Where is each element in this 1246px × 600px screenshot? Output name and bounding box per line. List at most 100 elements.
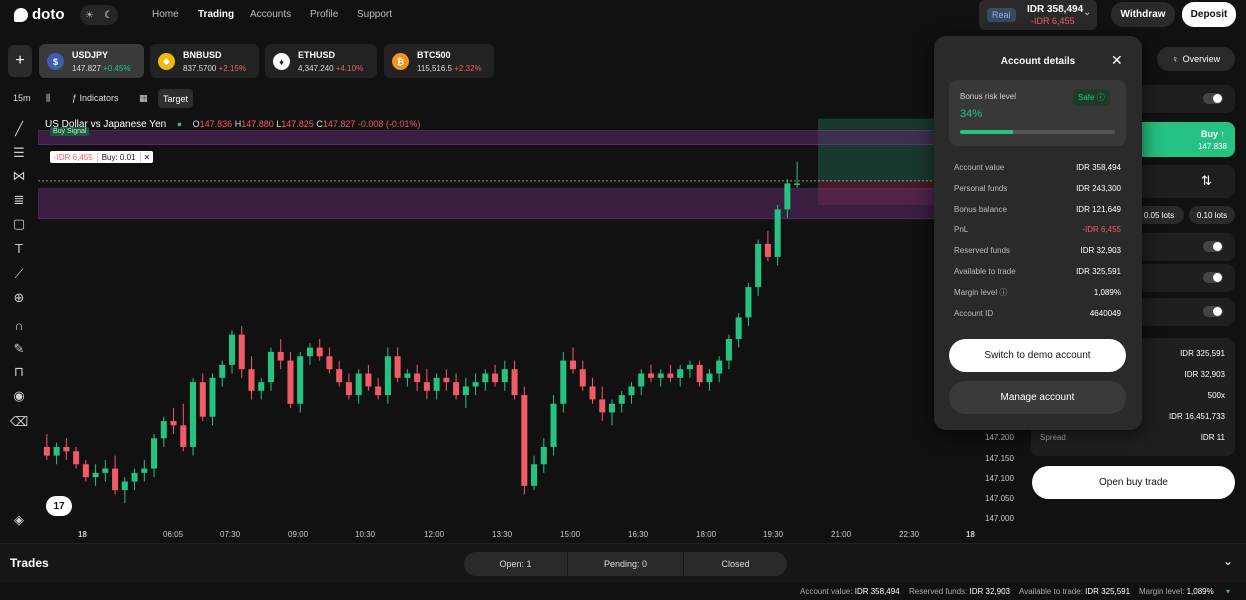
candle-type-icon[interactable]: ⫼ — [46, 93, 50, 104]
instrument-price: 4,347.240 — [298, 64, 334, 73]
pencil-lock-icon[interactable]: ✎ — [10, 341, 28, 357]
candle-body — [151, 438, 158, 469]
status-bar: Account value: IDR 358,494 Reserved fund… — [0, 583, 1246, 600]
candle-body — [540, 446, 547, 465]
candle-body — [433, 377, 440, 391]
magnet-icon[interactable]: ∩ — [10, 317, 28, 333]
trendline-icon[interactable]: ╱ — [10, 121, 28, 137]
time-tick: 10:30 — [355, 530, 376, 539]
candle-body — [63, 446, 70, 452]
swap-arrows-icon[interactable]: ⇅ — [1201, 173, 1212, 189]
layout-icon[interactable]: ▦ — [139, 93, 148, 104]
plus-icon: + — [15, 52, 25, 69]
candle-body — [228, 334, 236, 365]
tab-pending-trades[interactable]: Pending: 0 — [568, 552, 683, 576]
instrument-tab-usdjpy[interactable]: $ USDJPY 147.827 +0.45% — [39, 44, 144, 78]
text-icon[interactable]: T — [10, 240, 28, 256]
doto-logo-icon — [14, 7, 28, 22]
toggle-switch[interactable] — [1203, 241, 1223, 252]
instrument-tab-ethusd[interactable]: ♦ ETHUSD 4,347.240 +4.10% — [265, 44, 377, 78]
logo[interactable]: doto — [14, 6, 64, 23]
candle-body — [482, 373, 489, 383]
trash-icon[interactable]: ⌫ — [10, 414, 28, 430]
bnb-icon: ◆ — [158, 53, 175, 70]
instrument-tab-bnbusd[interactable]: ◆ BNBUSD 837.5700 +2.15% — [150, 44, 259, 78]
btc-icon: ₿ — [392, 53, 409, 70]
ruler-icon[interactable]: ⟋ — [10, 266, 28, 282]
nav-trading[interactable]: Trading — [198, 9, 234, 20]
candle-body — [755, 243, 762, 288]
status-account-value: Account value: IDR 358,494 — [800, 587, 900, 596]
time-tick: 06:05 — [163, 530, 184, 539]
nav-profile[interactable]: Profile — [310, 9, 338, 20]
close-icon[interactable]: ✕ — [1111, 52, 1123, 69]
close-position-icon[interactable]: ✕ — [139, 152, 154, 162]
buy-button[interactable]: Buy ↑ 147.838 — [1130, 122, 1235, 157]
eth-icon: ♦ — [273, 53, 290, 70]
lock-icon[interactable]: ⊓ — [10, 364, 28, 380]
pitchfork-icon[interactable]: ⋈ — [10, 168, 28, 184]
price-tick: 147.150 — [985, 454, 1014, 463]
candle-body — [677, 369, 684, 378]
horizontal-lines-icon[interactable]: ☰ — [10, 145, 28, 161]
account-switcher[interactable]: Real IDR 358,494 -IDR 6,455 ⌄ — [979, 0, 1097, 30]
instrument-price: 147.827 — [72, 64, 101, 73]
open-buy-trade-button[interactable]: Open buy trade — [1032, 466, 1235, 499]
candle-body — [696, 364, 703, 383]
detail-row-personal-funds: Personal funds IDR 243,300 — [954, 183, 1121, 193]
manage-account-button[interactable]: Manage account — [949, 381, 1126, 414]
indicators-button[interactable]: ƒ Indicators — [72, 93, 119, 103]
nav-support[interactable]: Support — [357, 9, 392, 20]
buy-price: 147.838 — [1198, 142, 1227, 151]
layers-icon[interactable]: ◈ — [10, 512, 28, 528]
eye-icon[interactable]: ◉ — [10, 388, 28, 404]
buy-label: Buy ↑ — [1201, 129, 1226, 139]
candle-body — [316, 347, 323, 357]
nav-accounts[interactable]: Accounts — [250, 9, 291, 20]
ohlc-change: -0.008 (-0.01%) — [357, 119, 421, 129]
detail-row-margin-level: Margin level ⓘ 1,089% — [954, 287, 1121, 297]
position-label[interactable]: -IDR 6,455 Buy: 0.01 ✕ — [50, 151, 154, 163]
instrument-tab-btc500[interactable]: ₿ BTC500 115,516.5 +2.32% — [384, 44, 494, 78]
theme-toggle[interactable]: ☀ ☾ — [80, 5, 118, 25]
toggle-switch[interactable] — [1203, 306, 1223, 317]
tab-closed-trades[interactable]: Closed — [684, 552, 787, 576]
tab-open-trades[interactable]: Open: 1 — [464, 552, 567, 576]
price-chart[interactable] — [38, 110, 978, 542]
candle-body — [667, 373, 674, 378]
ohlc-high: 147.880 — [241, 119, 274, 129]
zoom-icon[interactable]: ⊕ — [10, 290, 28, 306]
info-icon[interactable]: ⓘ — [999, 288, 1007, 297]
candle-body — [82, 464, 89, 478]
overview-button[interactable]: ♀ Overview — [1157, 47, 1235, 71]
chevron-down-icon[interactable]: ⌄ — [1223, 554, 1233, 568]
withdraw-button[interactable]: Withdraw — [1111, 2, 1175, 27]
candle-body — [423, 382, 430, 391]
rectangle-icon[interactable]: ▢ — [10, 216, 28, 232]
signal-band-lower — [38, 188, 978, 220]
deposit-button[interactable]: Deposit — [1182, 2, 1236, 27]
candle-body — [725, 338, 732, 361]
sun-icon: ☀ — [85, 9, 94, 21]
fib-icon[interactable]: ≣ — [10, 192, 28, 208]
candle-body — [73, 451, 80, 465]
account-pnl: -IDR 6,455 — [1031, 16, 1075, 26]
account-value: IDR 358,494 — [1027, 4, 1084, 15]
buy-signal-label[interactable]: Buy Signal — [50, 127, 90, 136]
candle-body — [297, 356, 304, 404]
lot-preset-010[interactable]: 0.10 lots — [1189, 206, 1235, 224]
time-tick: 07:30 — [220, 530, 241, 539]
toggle-switch[interactable] — [1203, 272, 1223, 283]
risk-progress-bar — [960, 130, 1115, 134]
target-button[interactable]: Target — [158, 89, 193, 108]
timeframe-selector[interactable]: 15m — [13, 93, 31, 103]
candle-body — [131, 472, 138, 482]
candle-body — [306, 347, 313, 357]
candle-body — [238, 334, 245, 370]
switch-demo-button[interactable]: Switch to demo account — [949, 339, 1126, 372]
add-instrument-button[interactable]: + — [8, 45, 32, 77]
chart-legend: US Dollar vs Japanese Yen ● O147.836 H14… — [45, 119, 421, 130]
toggle-switch[interactable] — [1203, 93, 1223, 104]
nav-home[interactable]: Home — [152, 9, 179, 20]
candle-body — [628, 386, 635, 396]
